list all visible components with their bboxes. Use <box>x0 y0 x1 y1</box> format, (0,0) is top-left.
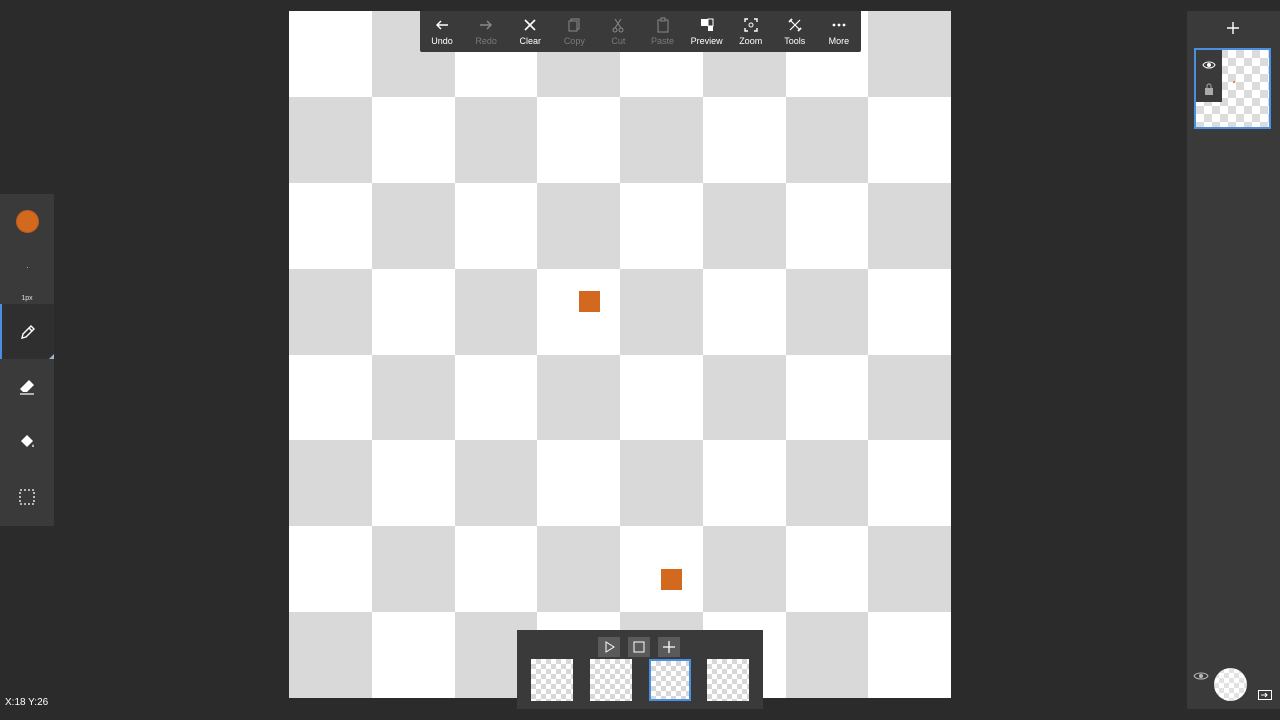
paste-label: Paste <box>651 36 675 46</box>
play-button[interactable] <box>598 637 620 657</box>
redo-button[interactable]: Redo <box>464 11 508 52</box>
arrow-right-icon <box>480 20 493 30</box>
layer-preview-pixel <box>1233 81 1235 83</box>
drawing-canvas[interactable] <box>289 11 951 698</box>
clear-label: Clear <box>519 36 541 46</box>
painted-pixel <box>579 291 600 312</box>
clear-button[interactable]: Clear <box>508 11 552 52</box>
tools-label: Tools <box>784 36 806 46</box>
preview-label: Preview <box>690 36 723 46</box>
collapse-panel-icon[interactable] <box>1258 690 1272 700</box>
copy-icon <box>568 18 580 32</box>
plus-icon <box>1227 22 1239 34</box>
play-icon <box>605 641 615 653</box>
layer-thumbnail[interactable] <box>1194 48 1271 129</box>
redo-label: Redo <box>475 36 497 46</box>
cut-button[interactable]: Cut <box>596 11 640 52</box>
primary-color-swatch <box>15 210 39 233</box>
left-toolbar: 1px <box>0 194 54 526</box>
selection-tool-button[interactable] <box>0 469 54 524</box>
fill-tool-button[interactable] <box>0 414 54 469</box>
undo-label: Undo <box>431 36 453 46</box>
undo-button[interactable]: Undo <box>420 11 464 52</box>
paint-bucket-icon <box>21 434 34 447</box>
preview-button[interactable]: Preview <box>685 11 729 52</box>
lock-icon[interactable] <box>1202 82 1216 96</box>
eraser-tool-button[interactable] <box>0 359 54 414</box>
tools-button[interactable]: Tools <box>773 11 817 52</box>
zoom-label: Zoom <box>739 36 763 46</box>
animation-panel <box>517 630 763 709</box>
frame-thumbnail-1[interactable] <box>531 659 573 701</box>
plus-icon <box>663 641 675 653</box>
color-picker-button[interactable] <box>0 194 54 249</box>
clipboard-icon <box>657 17 669 33</box>
paste-button[interactable]: Paste <box>640 11 684 52</box>
preview-icon <box>700 18 714 31</box>
add-frame-button[interactable] <box>658 637 680 657</box>
more-button[interactable]: More <box>817 11 861 52</box>
more-icon <box>832 23 846 27</box>
cut-label: Cut <box>611 36 626 46</box>
eraser-icon <box>20 379 34 395</box>
more-label: More <box>828 36 850 46</box>
zoom-button[interactable]: Zoom <box>729 11 773 52</box>
cursor-coordinates: X:18 Y:26 <box>5 697 49 708</box>
brush-size-button[interactable]: 1px <box>0 249 54 304</box>
zoom-fit-icon <box>744 18 758 32</box>
arrow-left-icon <box>436 20 449 30</box>
pencil-icon <box>21 324 35 339</box>
eye-icon[interactable] <box>1202 58 1216 72</box>
layers-panel <box>1187 11 1280 709</box>
background-visibility-icon[interactable] <box>1193 669 1209 683</box>
copy-button[interactable]: Copy <box>552 11 596 52</box>
layer-controls <box>1196 50 1222 102</box>
top-toolbar: Undo Redo Clear Copy Cut Paste Preview Z… <box>420 11 861 52</box>
pencil-tool-button[interactable] <box>0 304 54 359</box>
selection-icon <box>19 488 35 505</box>
frame-thumbnail-3[interactable] <box>649 659 691 701</box>
copy-label: Copy <box>563 36 585 46</box>
background-layer-button[interactable] <box>1214 668 1247 701</box>
stop-button[interactable] <box>628 637 650 657</box>
close-icon <box>524 19 536 31</box>
frame-thumbnail-2[interactable] <box>590 659 632 701</box>
brush-size-dot <box>26 267 28 268</box>
brush-size-label: 1px <box>21 295 33 302</box>
painted-pixel <box>661 569 682 590</box>
tools-icon <box>788 18 802 32</box>
stop-icon <box>633 641 645 653</box>
scissors-icon <box>612 18 624 33</box>
add-layer-button[interactable] <box>1221 16 1245 40</box>
frame-thumbnail-4[interactable] <box>707 659 749 701</box>
